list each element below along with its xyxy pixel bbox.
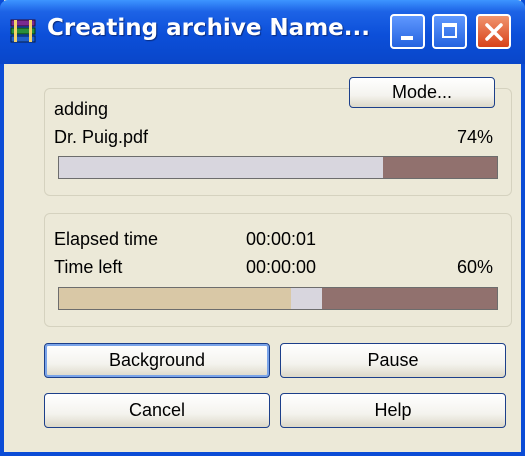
close-button[interactable] [476, 14, 511, 49]
total-progress-fill [59, 288, 292, 309]
close-icon [485, 23, 503, 41]
total-progress-chunk [291, 288, 322, 309]
window-title: Creating archive Name... [47, 15, 370, 41]
winrar-books-icon [8, 16, 40, 48]
archive-progress-window: Creating archive Name... Mode... adding … [0, 0, 525, 456]
file-progress-fill [59, 157, 384, 178]
pause-button[interactable]: Pause [280, 343, 506, 378]
action-label: adding [54, 99, 109, 119]
elapsed-time-label: Elapsed time [54, 229, 159, 249]
file-percent: 74% [456, 127, 493, 147]
maximize-button[interactable] [432, 14, 467, 49]
title-bar[interactable]: Creating archive Name... [0, 0, 525, 64]
mode-button[interactable]: Mode... [349, 77, 495, 108]
time-left-label: Time left [54, 257, 123, 277]
total-percent: 60% [456, 257, 493, 277]
maximize-icon [442, 23, 457, 38]
total-progress-bar [58, 287, 498, 310]
minimize-button[interactable] [390, 14, 425, 49]
background-button[interactable]: Background [44, 343, 270, 378]
cancel-button[interactable]: Cancel [44, 393, 270, 428]
elapsed-time-value: 00:00:01 [246, 229, 317, 249]
help-button[interactable]: Help [280, 393, 506, 428]
current-file-name: Dr. Puig.pdf [54, 127, 149, 147]
file-progress-bar [58, 156, 498, 179]
time-left-value: 00:00:00 [246, 257, 317, 277]
minimize-icon [401, 36, 413, 40]
